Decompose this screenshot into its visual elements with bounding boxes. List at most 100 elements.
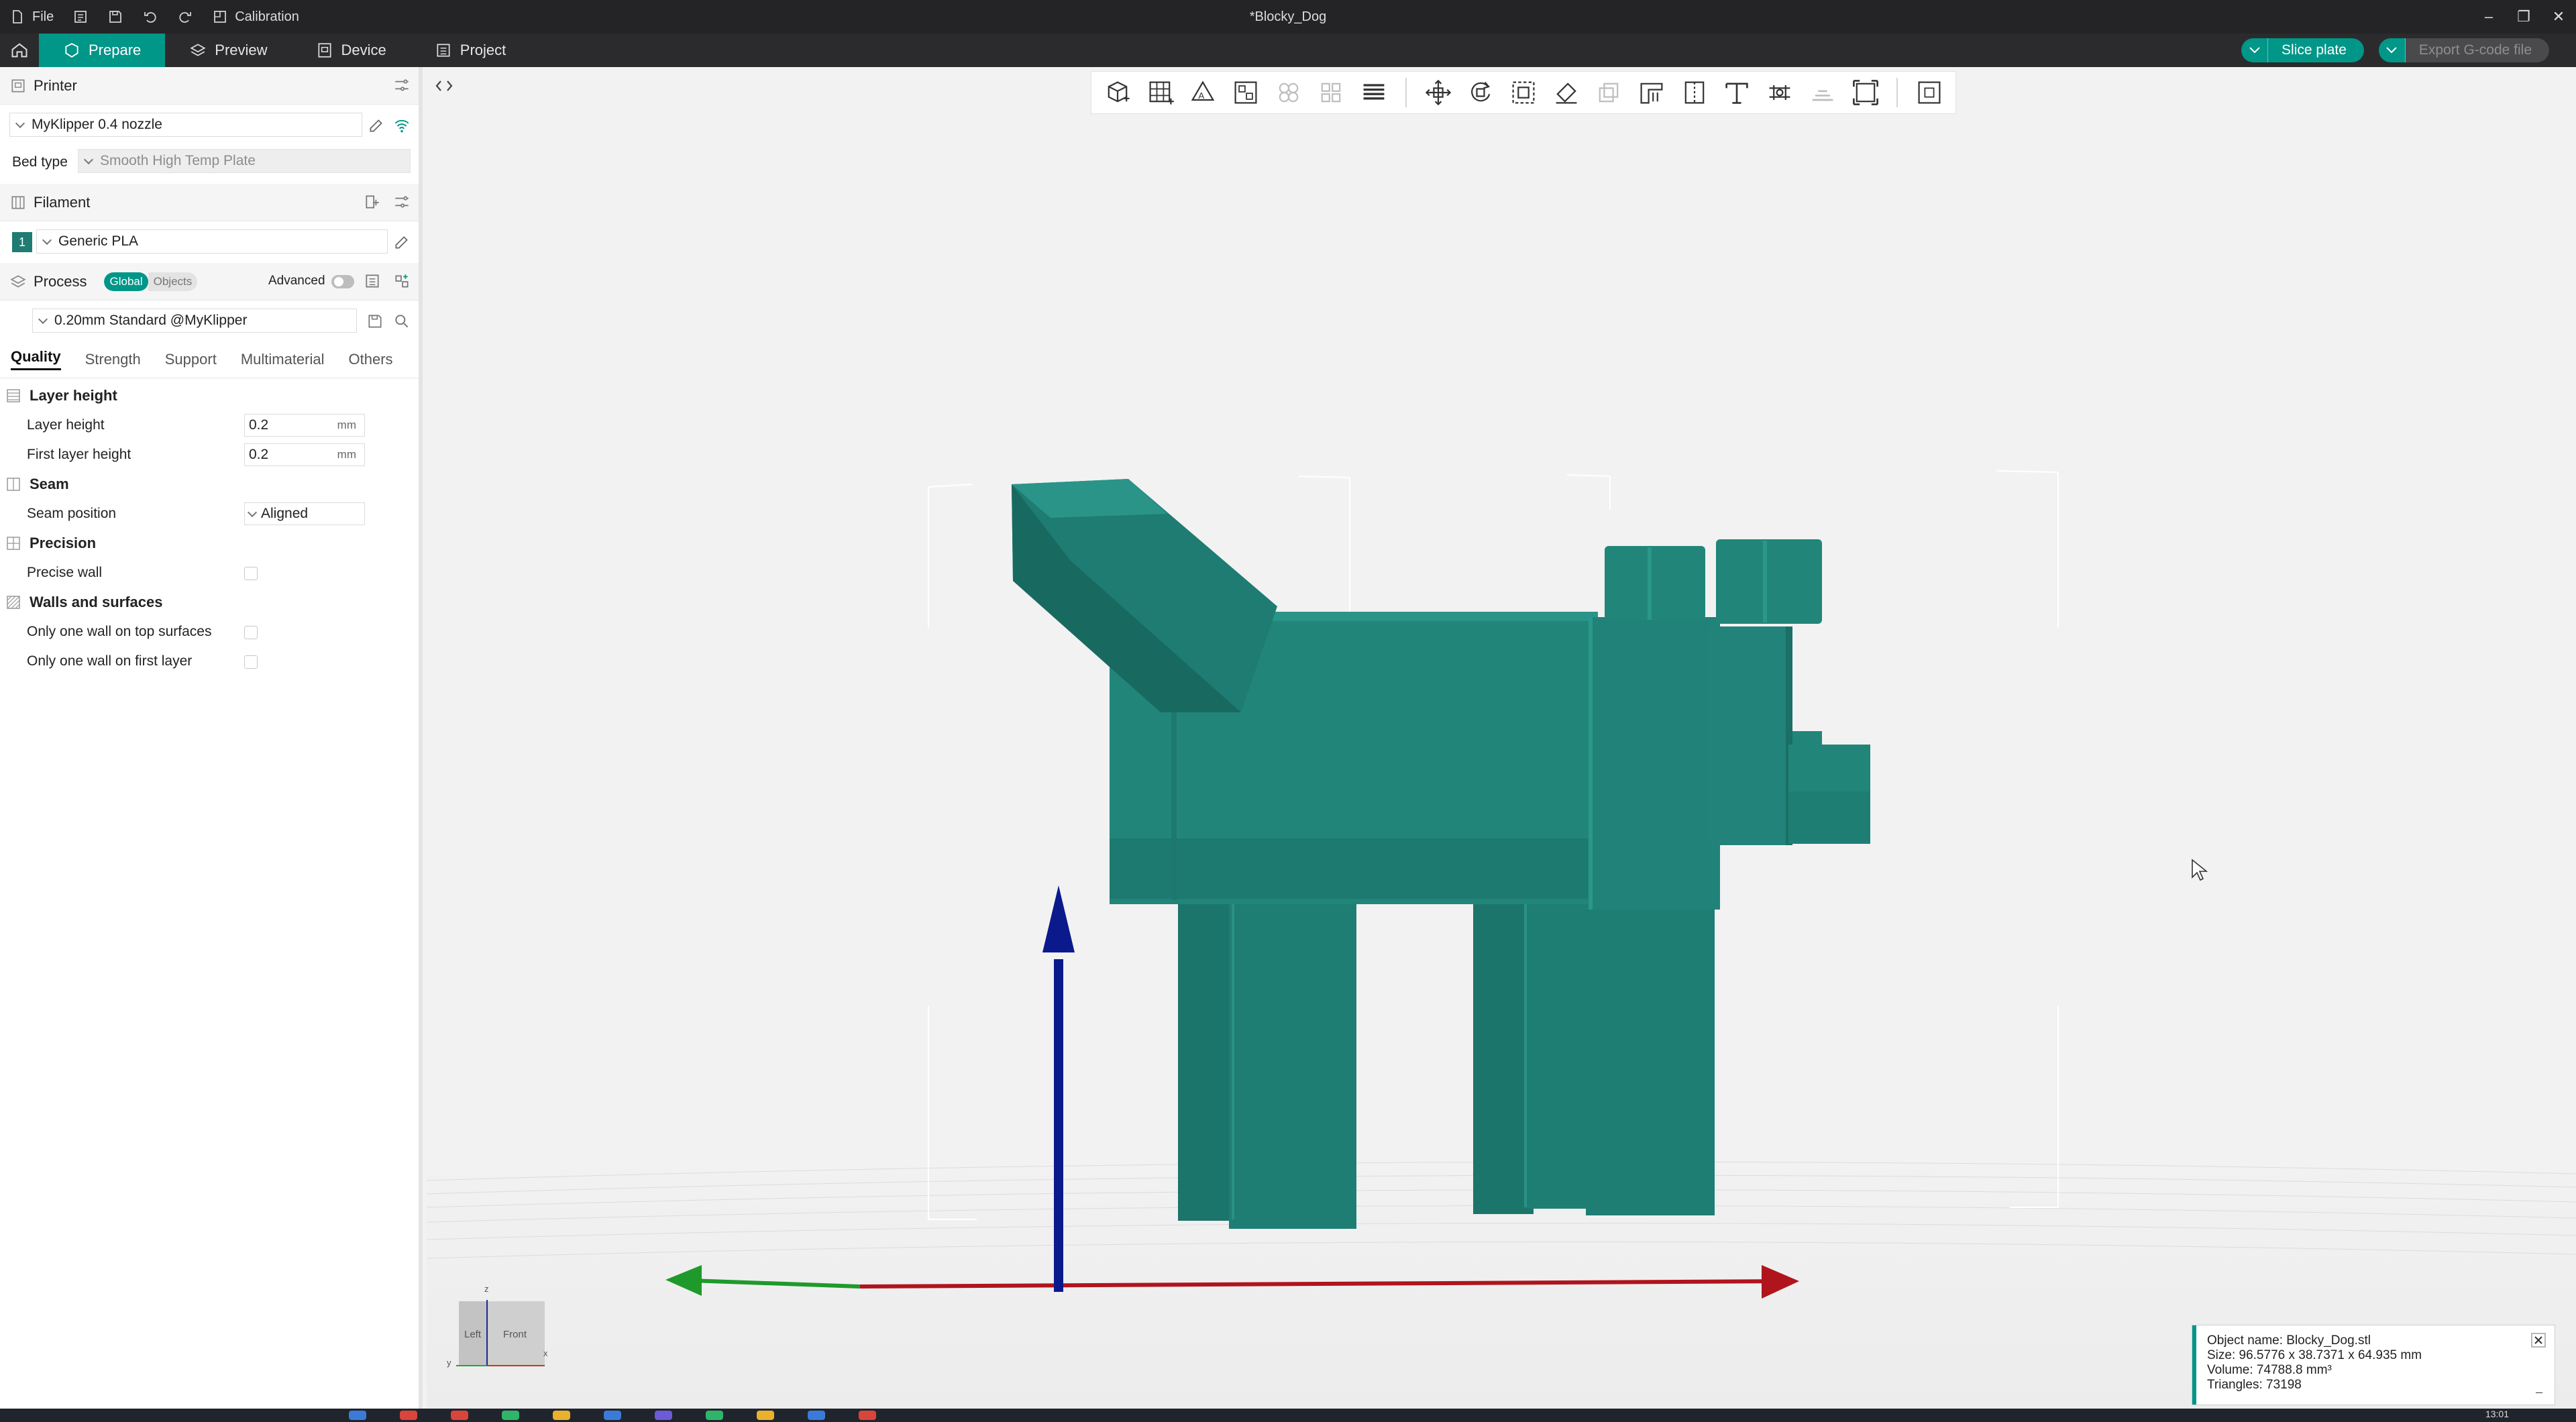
cut-tool[interactable] <box>1591 74 1627 111</box>
tab-device[interactable]: Device <box>292 34 411 67</box>
split-objects-button[interactable] <box>1271 74 1307 111</box>
file-menu-label: File <box>32 9 54 24</box>
tab-project[interactable]: Project <box>411 34 530 67</box>
tab-support[interactable]: Support <box>165 351 217 368</box>
save-preset-icon[interactable] <box>366 313 384 330</box>
collapse-sidebar-button[interactable] <box>431 72 458 99</box>
dog-nose <box>1792 731 1822 746</box>
export-gcode-button[interactable]: Export G-code file <box>2378 38 2549 62</box>
taskbar-app-icon[interactable] <box>604 1411 621 1420</box>
split-parts-icon <box>1321 83 1341 103</box>
edit-filament-icon[interactable] <box>393 233 411 251</box>
close-info-icon[interactable] <box>2530 1332 2546 1348</box>
first-layer-height-input[interactable]: 0.2 mm <box>244 443 365 466</box>
printer-row: MyKlipper 0.4 nozzle <box>0 105 419 146</box>
window-controls: – ❐ ✕ <box>2471 0 2576 34</box>
tab-preview[interactable]: Preview <box>165 34 291 67</box>
add-object-button[interactable] <box>1099 74 1136 111</box>
layers-editing-button[interactable] <box>1356 74 1392 111</box>
tab-multimaterial[interactable]: Multimaterial <box>241 351 325 368</box>
arrange-button[interactable] <box>1228 74 1264 111</box>
printer-select[interactable]: MyKlipper 0.4 nozzle <box>9 113 362 137</box>
add-plate-button[interactable] <box>1142 74 1179 111</box>
taskbar-app-icon[interactable] <box>502 1411 519 1420</box>
lay-on-face-tool[interactable] <box>1548 74 1585 111</box>
printer-section-label: Printer <box>34 76 77 94</box>
save-button[interactable] <box>98 0 133 34</box>
process-settings-icon[interactable] <box>393 272 411 290</box>
precise-wall-checkbox[interactable] <box>244 567 258 580</box>
maximize-button[interactable]: ❐ <box>2506 0 2541 34</box>
view-cube[interactable]: z y x Left Front <box>447 1281 548 1368</box>
taskbar-app-icon[interactable] <box>859 1411 876 1420</box>
redo-button[interactable] <box>168 0 203 34</box>
calibration-menu[interactable]: Calibration <box>203 0 309 34</box>
one-wall-top-option: Only one wall on top surfaces <box>0 617 419 647</box>
minimize-button[interactable]: – <box>2471 0 2506 34</box>
scale-tool[interactable] <box>1505 74 1542 111</box>
edit-printer-icon[interactable] <box>368 117 385 134</box>
measure-tool[interactable] <box>1762 74 1798 111</box>
chevron-down-icon <box>38 314 48 324</box>
taskbar-app-icon[interactable] <box>400 1411 417 1420</box>
taskbar-app-icon[interactable] <box>349 1411 366 1420</box>
3d-viewport[interactable]: A z y x Left Front Object name: Blocky_D… <box>427 67 2576 1412</box>
layer-height-icon <box>7 389 20 402</box>
restore-icon: ❐ <box>2517 8 2530 25</box>
slice-dropdown-icon[interactable] <box>2241 38 2269 62</box>
auto-orient-button[interactable]: A <box>1185 74 1221 111</box>
os-taskbar: 13:01 <box>0 1409 2576 1422</box>
filament-settings-icon[interactable] <box>393 193 411 211</box>
filament-slot-badge[interactable]: 1 <box>12 232 32 252</box>
dog-head <box>1708 626 1792 845</box>
brim-ears-tool[interactable] <box>1847 74 1884 111</box>
prepare-icon <box>65 43 78 58</box>
object-name-text: Object name: Blocky_Dog.stl <box>2207 1333 2371 1348</box>
bed-type-select[interactable]: Smooth High Temp Plate <box>78 149 411 173</box>
calibration-label: Calibration <box>235 9 299 24</box>
menu-list-button[interactable] <box>63 0 98 34</box>
close-window-button[interactable]: ✕ <box>2541 0 2576 34</box>
advanced-toggle[interactable] <box>331 275 354 288</box>
layer-height-input[interactable]: 0.2 mm <box>244 414 365 437</box>
objects-option[interactable]: Objects <box>148 272 198 291</box>
taskbar-app-icon[interactable] <box>757 1411 774 1420</box>
seam-painting-tool[interactable] <box>1676 74 1713 111</box>
compare-icon[interactable] <box>364 272 381 290</box>
global-objects-switch[interactable]: Global Objects <box>104 272 198 291</box>
global-option[interactable]: Global <box>104 272 148 291</box>
text-tool[interactable] <box>1719 74 1756 111</box>
view-settings-button[interactable] <box>1911 74 1947 111</box>
process-preset-select[interactable]: 0.20mm Standard @MyKlipper <box>32 309 357 333</box>
search-icon[interactable] <box>393 313 411 330</box>
one-wall-top-checkbox[interactable] <box>244 626 258 639</box>
printer-settings-icon[interactable] <box>393 76 411 94</box>
tab-prepare[interactable]: Prepare <box>39 34 166 67</box>
export-dropdown-icon[interactable] <box>2378 38 2406 62</box>
split-parts-button[interactable] <box>1313 74 1349 111</box>
collapse-info-icon[interactable]: – <box>2536 1384 2542 1399</box>
filament-select[interactable]: Generic PLA <box>36 229 388 254</box>
taskbar-app-icon[interactable] <box>808 1411 825 1420</box>
one-wall-first-checkbox[interactable] <box>244 655 258 669</box>
tab-strength[interactable]: Strength <box>85 351 141 368</box>
taskbar-app-icon[interactable] <box>706 1411 723 1420</box>
undo-button[interactable] <box>133 0 168 34</box>
blocky-dog-model[interactable] <box>1012 479 1870 1229</box>
assembly-tool[interactable] <box>1805 74 1841 111</box>
taskbar-app-icon[interactable] <box>655 1411 672 1420</box>
seam-position-select[interactable]: Aligned <box>244 502 365 525</box>
rotate-tool[interactable] <box>1462 74 1499 111</box>
wifi-icon[interactable] <box>393 117 411 134</box>
axis-z-arrow <box>1042 885 1075 952</box>
move-tool[interactable] <box>1420 74 1456 111</box>
tab-others[interactable]: Others <box>349 351 393 368</box>
taskbar-app-icon[interactable] <box>451 1411 468 1420</box>
taskbar-app-icon[interactable] <box>553 1411 570 1420</box>
support-painting-tool[interactable] <box>1633 74 1670 111</box>
file-menu[interactable]: File <box>0 0 63 34</box>
slice-plate-button[interactable]: Slice plate <box>2241 38 2364 62</box>
home-button[interactable] <box>0 34 39 67</box>
add-filament-icon[interactable] <box>364 193 381 211</box>
tab-quality[interactable]: Quality <box>11 348 61 370</box>
